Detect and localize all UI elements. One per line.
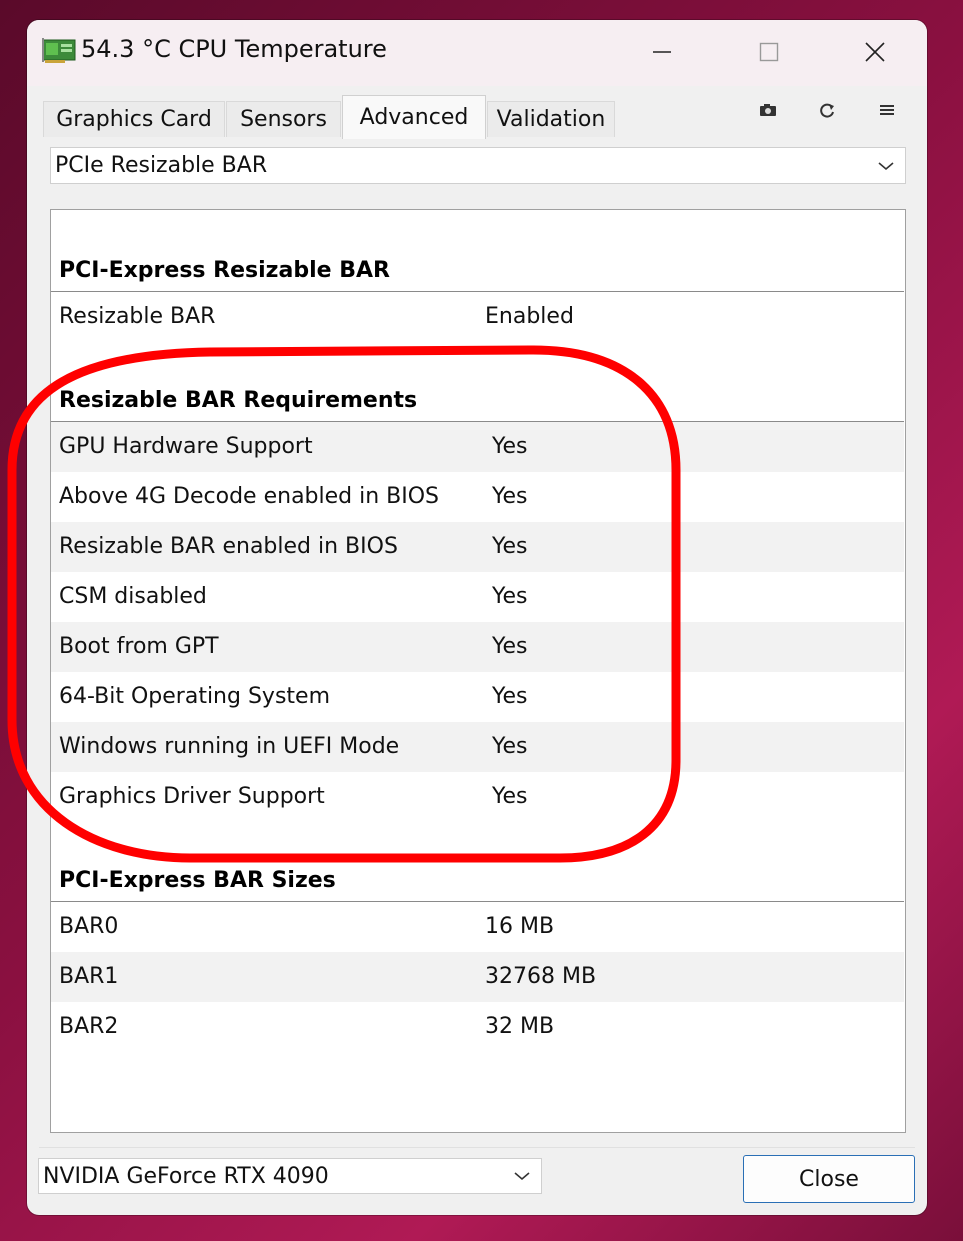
tab-advanced[interactable]: Advanced bbox=[342, 95, 486, 139]
row-label: Resizable BAR bbox=[59, 304, 216, 329]
refresh-icon bbox=[820, 103, 834, 118]
camera-icon bbox=[760, 104, 776, 116]
row-value: Yes bbox=[492, 584, 528, 609]
gpu-select-value: NVIDIA GeForce RTX 4090 bbox=[43, 1163, 329, 1189]
screenshot-button[interactable] bbox=[752, 98, 784, 122]
section-title-requirements: Resizable BAR Requirements bbox=[51, 372, 904, 422]
chevron-down-icon bbox=[878, 161, 894, 170]
row-label: BAR2 bbox=[59, 1014, 119, 1039]
row-value: 16 MB bbox=[485, 914, 555, 939]
row-label: BAR1 bbox=[59, 964, 119, 989]
maximize-button[interactable] bbox=[739, 34, 799, 70]
tab-sensors[interactable]: Sensors bbox=[226, 101, 341, 137]
table-row: BAR2 32 MB bbox=[51, 1002, 904, 1052]
close-icon bbox=[865, 42, 885, 62]
minimize-button[interactable] bbox=[632, 34, 692, 70]
row-label: Resizable BAR enabled in BIOS bbox=[59, 534, 398, 559]
table-row: 64-Bit Operating System Yes bbox=[51, 672, 904, 722]
row-value: Enabled bbox=[485, 304, 574, 329]
row-label: CSM disabled bbox=[59, 584, 207, 609]
table-row: Windows running in UEFI Mode Yes bbox=[51, 722, 904, 772]
table-row: Boot from GPT Yes bbox=[51, 622, 904, 672]
row-label: 64-Bit Operating System bbox=[59, 684, 330, 709]
close-button[interactable]: Close bbox=[743, 1155, 915, 1203]
row-label: Windows running in UEFI Mode bbox=[59, 734, 400, 759]
table-row: BAR1 32768 MB bbox=[51, 952, 904, 1002]
divider bbox=[39, 1147, 915, 1148]
section-title-pcie-rebar: PCI-Express Resizable BAR bbox=[51, 242, 904, 292]
row-value: Yes bbox=[492, 484, 528, 509]
table-row: CSM disabled Yes bbox=[51, 572, 904, 622]
row-value: Yes bbox=[492, 634, 528, 659]
row-label: GPU Hardware Support bbox=[59, 434, 313, 459]
table-row: Above 4G Decode enabled in BIOS Yes bbox=[51, 472, 904, 522]
row-label: Above 4G Decode enabled in BIOS bbox=[59, 484, 440, 509]
gpu-select[interactable]: NVIDIA GeForce RTX 4090 bbox=[38, 1158, 542, 1194]
row-value: 32768 MB bbox=[485, 964, 597, 989]
table-row: GPU Hardware Support Yes bbox=[51, 422, 904, 472]
tab-graphics-card[interactable]: Graphics Card bbox=[43, 101, 225, 137]
row-value: Yes bbox=[492, 534, 528, 559]
refresh-button[interactable] bbox=[811, 98, 843, 122]
chevron-down-icon bbox=[514, 1172, 530, 1181]
graphics-card-icon bbox=[42, 38, 76, 63]
row-label: Graphics Driver Support bbox=[59, 784, 325, 809]
section-title-bar-sizes: PCI-Express BAR Sizes bbox=[51, 852, 904, 902]
minimize-icon bbox=[653, 51, 671, 53]
section-select-value: PCIe Resizable BAR bbox=[55, 153, 268, 178]
gpu-z-window: 54.3 °C CPU Temperature Graphics Card Se… bbox=[27, 20, 927, 1215]
menu-icon bbox=[880, 105, 894, 115]
menu-button[interactable] bbox=[871, 98, 903, 122]
row-value: Yes bbox=[492, 784, 528, 809]
row-value: Yes bbox=[492, 734, 528, 759]
close-window-button[interactable] bbox=[845, 34, 905, 70]
close-button-label: Close bbox=[799, 1166, 859, 1192]
maximize-icon bbox=[759, 42, 779, 62]
table-row: Graphics Driver Support Yes bbox=[51, 772, 904, 822]
details-panel: PCI-Express Resizable BAR Resizable BAR … bbox=[50, 209, 906, 1133]
tab-validation[interactable]: Validation bbox=[487, 101, 615, 137]
section-select[interactable]: PCIe Resizable BAR bbox=[50, 147, 906, 184]
row-value: 32 MB bbox=[485, 1014, 555, 1039]
table-row: Resizable BAR enabled in BIOS Yes bbox=[51, 522, 904, 572]
table-row: BAR0 16 MB bbox=[51, 902, 904, 952]
table-row: Resizable BAR Enabled bbox=[51, 292, 904, 342]
window-title: 54.3 °C CPU Temperature bbox=[81, 35, 387, 63]
row-label: BAR0 bbox=[59, 914, 119, 939]
title-bar[interactable]: 54.3 °C CPU Temperature bbox=[27, 20, 927, 86]
row-label: Boot from GPT bbox=[59, 634, 219, 659]
row-value: Yes bbox=[492, 684, 528, 709]
row-value: Yes bbox=[492, 434, 528, 459]
